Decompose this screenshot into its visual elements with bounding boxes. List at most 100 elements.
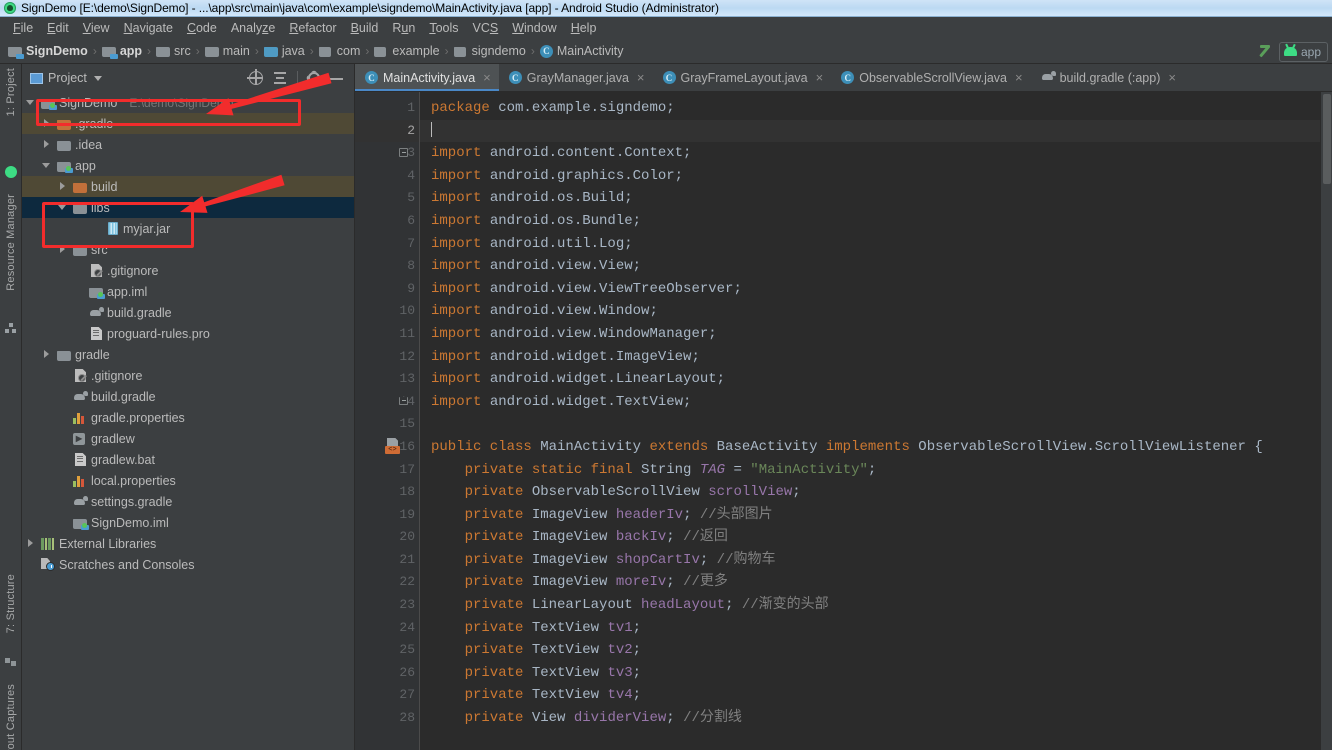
- tree-node-build-gradle[interactable]: build.gradle: [22, 386, 354, 407]
- breadcrumb-item-signdemo[interactable]: signdemo: [452, 43, 528, 59]
- tree-node-signdemo[interactable]: SignDemoE:\demo\SignDemo: [22, 92, 354, 113]
- menu-item-build[interactable]: Build: [344, 19, 386, 37]
- close-icon[interactable]: ×: [637, 71, 645, 84]
- settings-gear-icon[interactable]: [308, 72, 320, 84]
- tree-node-gradle[interactable]: .gradle: [22, 113, 354, 134]
- line-number: 24: [355, 617, 419, 640]
- code-token: ;: [700, 552, 717, 568]
- code-line: import android.view.Window;: [419, 300, 1320, 323]
- build-arrow-icon[interactable]: [1257, 44, 1273, 60]
- chevron-right-icon[interactable]: [26, 538, 37, 549]
- code-token: shopCartIv: [616, 552, 700, 568]
- tree-node-proguard-rules-pro[interactable]: proguard-rules.pro: [22, 323, 354, 344]
- close-icon[interactable]: ×: [483, 71, 491, 84]
- scrollbar-thumb[interactable]: [1323, 94, 1331, 184]
- tree-node-build-gradle[interactable]: build.gradle: [22, 302, 354, 323]
- code-token: ObservableScrollView: [532, 484, 708, 500]
- tree-node-gradlew[interactable]: ▶gradlew: [22, 428, 354, 449]
- fold-collapse-icon[interactable]: [399, 148, 408, 157]
- breadcrumb-item-signdemo[interactable]: SignDemo: [6, 43, 90, 59]
- chevron-down-icon[interactable]: [58, 202, 69, 213]
- menu-item-edit[interactable]: Edit: [40, 19, 76, 37]
- chevron-right-icon[interactable]: [42, 139, 53, 150]
- code-line: import android.util.Log;: [419, 233, 1320, 256]
- sidebar-item-project[interactable]: 1: Project: [5, 68, 17, 116]
- select-opened-file-icon[interactable]: [249, 71, 263, 85]
- menu-item-run[interactable]: Run: [385, 19, 422, 37]
- breadcrumb-item-java[interactable]: java: [262, 43, 307, 59]
- menu-item-analyze[interactable]: Analyze: [224, 19, 282, 37]
- menu-item-refactor[interactable]: Refactor: [282, 19, 343, 37]
- menu-item-help[interactable]: Help: [564, 19, 604, 37]
- tab-grayframelayout-java[interactable]: CGrayFrameLayout.java×: [653, 64, 832, 91]
- tree-node-app-iml[interactable]: app.iml: [22, 281, 354, 302]
- tree-node-scratches-and-consoles[interactable]: Scratches and Consoles: [22, 554, 354, 575]
- close-icon[interactable]: ×: [1168, 71, 1176, 84]
- breadcrumb-item-app[interactable]: app: [100, 43, 144, 59]
- menu-item-navigate[interactable]: Navigate: [117, 19, 180, 37]
- chevron-down-icon[interactable]: [94, 76, 102, 81]
- menu-item-code[interactable]: Code: [180, 19, 224, 37]
- tab-graymanager-java[interactable]: CGrayManager.java×: [499, 64, 653, 91]
- tree-node-gitignore[interactable]: .gitignore: [22, 365, 354, 386]
- editor-text[interactable]: package com.example.signdemo;import andr…: [419, 92, 1320, 750]
- tree-node-local-properties[interactable]: local.properties: [22, 470, 354, 491]
- tree-node-idea[interactable]: .idea: [22, 134, 354, 155]
- java-bean-gutter-icon[interactable]: <>: [385, 438, 402, 455]
- chevron-down-icon[interactable]: [26, 97, 37, 108]
- tree-node-app[interactable]: app: [22, 155, 354, 176]
- line-number: 15: [355, 413, 419, 436]
- close-icon[interactable]: ×: [816, 71, 824, 84]
- chevron-right-icon[interactable]: [42, 349, 53, 360]
- tree-node-label: .gitignore: [107, 264, 158, 278]
- tree-node-src[interactable]: src: [22, 239, 354, 260]
- tree-node-gradle[interactable]: gradle: [22, 344, 354, 365]
- tree-node-gradle-properties[interactable]: gradle.properties: [22, 407, 354, 428]
- chevron-down-icon[interactable]: [42, 160, 53, 171]
- tree-node-libs[interactable]: libs: [22, 197, 354, 218]
- breadcrumb-item-mainactivity[interactable]: CMainActivity: [538, 43, 626, 59]
- chevron-right-icon[interactable]: [58, 181, 69, 192]
- menu-item-window[interactable]: Window: [505, 19, 563, 37]
- fold-end-icon[interactable]: [399, 397, 408, 405]
- code-editor[interactable]: 12345678910111213141516<>171819202122232…: [355, 92, 1332, 750]
- structure-icon: [5, 656, 17, 668]
- tab-build-gradle-app[interactable]: build.gradle (:app)×: [1031, 64, 1184, 91]
- tab-mainactivity-java[interactable]: CMainActivity.java×: [355, 64, 499, 91]
- tree-node-myjar-jar[interactable]: myjar.jar: [22, 218, 354, 239]
- folder-icon: [73, 243, 87, 256]
- sidebar-item-layout-captures[interactable]: Layout Captures: [5, 684, 17, 750]
- editor-scrollbar[interactable]: [1320, 92, 1332, 750]
- sidebar-item-structure[interactable]: 7: Structure: [5, 574, 17, 633]
- menu-item-vcs[interactable]: VCS: [466, 19, 506, 37]
- collapse-all-icon[interactable]: [273, 71, 287, 85]
- tree-node-external-libraries[interactable]: External Libraries: [22, 533, 354, 554]
- run-configuration-selector[interactable]: app: [1279, 42, 1328, 62]
- hide-icon[interactable]: [330, 71, 344, 85]
- sidebar-item-resource-manager[interactable]: Resource Manager: [5, 194, 17, 291]
- tree-node-build[interactable]: build: [22, 176, 354, 197]
- tree-node-gitignore[interactable]: .gitignore: [22, 260, 354, 281]
- close-icon[interactable]: ×: [1015, 71, 1023, 84]
- code-token: MainActivity: [540, 439, 649, 455]
- tab-observablescrollview-java[interactable]: CObservableScrollView.java×: [831, 64, 1030, 91]
- tree-node-signdemo-iml[interactable]: SignDemo.iml: [22, 512, 354, 533]
- breadcrumb-item-com[interactable]: com: [317, 43, 363, 59]
- chevron-right-icon[interactable]: [58, 244, 69, 255]
- chevron-right-icon[interactable]: [42, 118, 53, 129]
- code-token: tv1: [607, 620, 632, 636]
- tree-spacer: [58, 475, 69, 486]
- tree-node-settings-gradle[interactable]: settings.gradle: [22, 491, 354, 512]
- line-number: 19: [355, 504, 419, 527]
- menu-item-file[interactable]: File: [6, 19, 40, 37]
- breadcrumb-item-src[interactable]: src: [154, 43, 193, 59]
- breadcrumb-item-main[interactable]: main: [203, 43, 252, 59]
- editor-gutter[interactable]: 12345678910111213141516<>171819202122232…: [355, 92, 419, 750]
- project-tree[interactable]: SignDemoE:\demo\SignDemo.gradle.ideaappb…: [22, 92, 354, 750]
- breadcrumb-item-example[interactable]: example: [372, 43, 441, 59]
- menu-item-tools[interactable]: Tools: [422, 19, 465, 37]
- project-view-selector[interactable]: Project: [30, 71, 102, 85]
- tree-node-gradlew-bat[interactable]: gradlew.bat: [22, 449, 354, 470]
- menu-item-view[interactable]: View: [76, 19, 117, 37]
- code-token: ;: [666, 574, 683, 590]
